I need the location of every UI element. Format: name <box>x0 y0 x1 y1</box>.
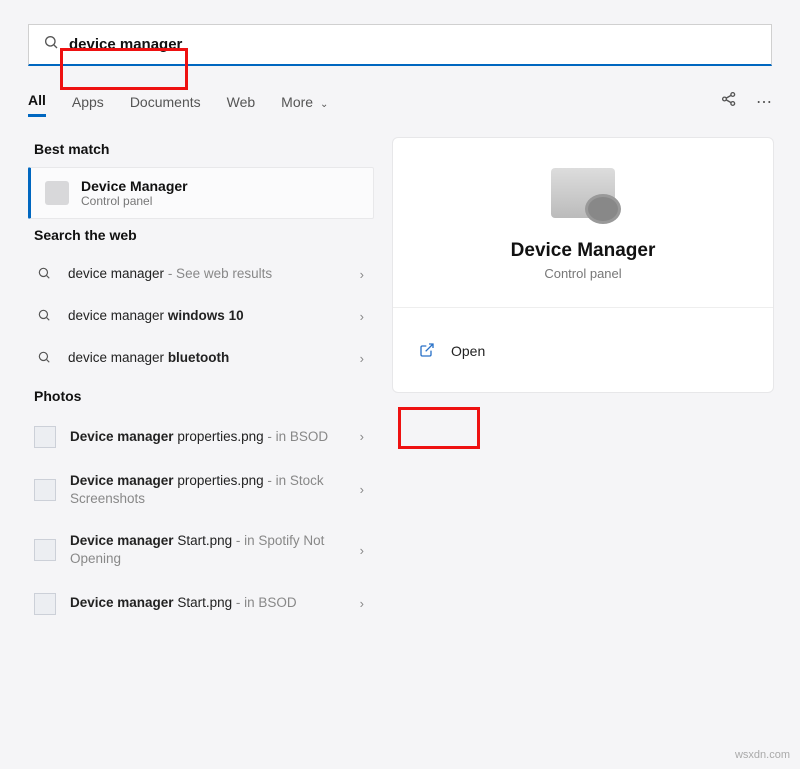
search-icon <box>34 308 54 325</box>
search-icon <box>34 266 54 283</box>
tab-apps[interactable]: Apps <box>72 88 104 116</box>
tab-web[interactable]: Web <box>227 88 256 116</box>
divider <box>393 307 773 308</box>
web-result[interactable]: device manager bluetooth › <box>28 337 374 379</box>
web-result-label: device manager bluetooth <box>68 349 360 367</box>
device-manager-icon <box>45 181 69 205</box>
web-heading: Search the web <box>34 227 374 243</box>
search-bar[interactable] <box>28 24 772 66</box>
share-icon[interactable] <box>720 90 738 113</box>
chevron-down-icon: ⌄ <box>320 99 328 110</box>
photo-result-label: Device manager properties.png - in Stock… <box>70 472 360 508</box>
search-icon <box>34 350 54 367</box>
more-options-icon[interactable]: ⋯ <box>756 92 772 112</box>
chevron-right-icon: › <box>360 429 364 444</box>
chevron-right-icon: › <box>360 596 364 611</box>
web-result[interactable]: device manager - See web results › <box>28 253 374 295</box>
tab-all[interactable]: All <box>28 86 46 117</box>
tab-more[interactable]: More ⌄ <box>281 88 328 116</box>
watermark: wsxdn.com <box>735 749 790 761</box>
photos-heading: Photos <box>34 388 374 404</box>
tab-more-label: More <box>281 94 313 110</box>
chevron-right-icon: › <box>360 309 364 324</box>
chevron-right-icon: › <box>360 267 364 282</box>
best-match-subtitle: Control panel <box>81 194 188 208</box>
photo-thumbnail-icon <box>34 426 56 448</box>
chevron-right-icon: › <box>360 482 364 497</box>
photo-result[interactable]: Device manager Start.png - in BSOD › <box>28 581 374 627</box>
search-icon <box>43 34 59 55</box>
photo-thumbnail-icon <box>34 593 56 615</box>
open-external-icon <box>419 342 437 360</box>
details-subtitle: Control panel <box>417 266 749 281</box>
chevron-right-icon: › <box>360 543 364 558</box>
photo-result[interactable]: Device manager properties.png - in BSOD … <box>28 414 374 460</box>
open-label: Open <box>451 343 485 359</box>
open-action[interactable]: Open <box>417 334 749 368</box>
web-result-label: device manager - See web results <box>68 265 360 283</box>
details-app-icon <box>417 168 749 218</box>
photo-result-label: Device manager properties.png - in BSOD <box>70 428 360 446</box>
photo-result-label: Device manager Start.png - in BSOD <box>70 594 360 612</box>
photo-thumbnail-icon <box>34 479 56 501</box>
best-match-heading: Best match <box>34 141 374 157</box>
web-result[interactable]: device manager windows 10 › <box>28 295 374 337</box>
chevron-right-icon: › <box>360 351 364 366</box>
photo-result-label: Device manager Start.png - in Spotify No… <box>70 532 360 568</box>
photo-result[interactable]: Device manager properties.png - in Stock… <box>28 460 374 520</box>
web-result-label: device manager windows 10 <box>68 307 360 325</box>
tab-documents[interactable]: Documents <box>130 88 201 116</box>
best-match-title: Device Manager <box>81 178 188 194</box>
photo-thumbnail-icon <box>34 539 56 561</box>
details-panel: Device Manager Control panel Open <box>392 137 774 393</box>
filter-tabs: All Apps Documents Web More ⌄ ⋯ <box>28 86 772 117</box>
details-title: Device Manager <box>417 240 749 262</box>
photo-result[interactable]: Device manager Start.png - in Spotify No… <box>28 520 374 580</box>
search-input[interactable] <box>69 36 757 53</box>
best-match-result[interactable]: Device Manager Control panel <box>28 167 374 219</box>
